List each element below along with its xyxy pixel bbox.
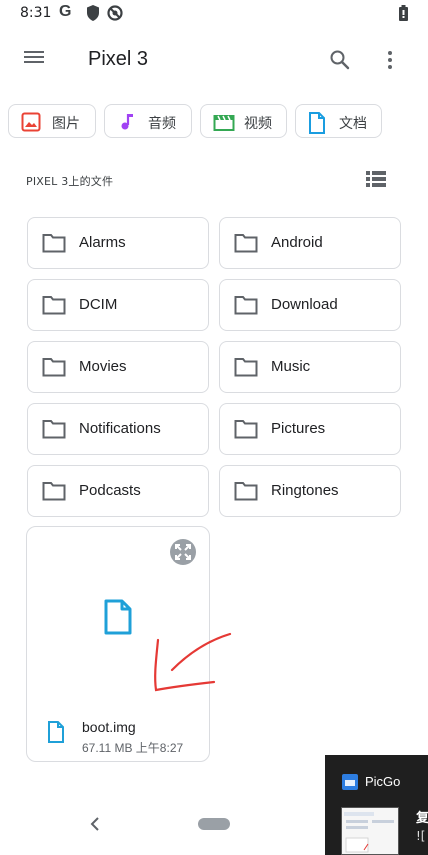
folder-label: Music bbox=[271, 358, 311, 375]
folder-item[interactable]: Android bbox=[219, 217, 401, 269]
folder-item[interactable]: Alarms bbox=[27, 217, 209, 269]
folder-label: Download bbox=[271, 296, 338, 313]
file-meta: 67.11 MB 上午8:27 bbox=[82, 741, 184, 755]
folder-item[interactable]: Pictures bbox=[219, 403, 401, 455]
folder-label: Podcasts bbox=[79, 482, 141, 499]
chip-images[interactable]: 图片 bbox=[8, 104, 96, 138]
folder-item[interactable]: Movies bbox=[27, 341, 209, 393]
shield-icon bbox=[86, 5, 100, 25]
folder-item[interactable]: DCIM bbox=[27, 279, 209, 331]
folder-label: Alarms bbox=[79, 234, 126, 251]
folder-label: Movies bbox=[79, 358, 127, 375]
folder-label: Ringtones bbox=[271, 482, 339, 499]
chip-videos[interactable]: 视频 bbox=[200, 104, 287, 138]
more-vert-icon[interactable] bbox=[386, 48, 394, 76]
file-icon bbox=[47, 721, 65, 747]
chip-audio[interactable]: 音频 bbox=[104, 104, 192, 138]
folder-item[interactable]: Music bbox=[219, 341, 401, 393]
music-note-icon bbox=[117, 112, 137, 136]
notification-title: 复 bbox=[416, 811, 428, 826]
search-icon[interactable] bbox=[328, 48, 352, 76]
google-icon: G bbox=[59, 3, 72, 20]
folder-icon bbox=[234, 295, 258, 319]
folder-icon bbox=[42, 357, 66, 381]
notification-app-name: PicGo bbox=[365, 774, 401, 789]
file-preview-icon bbox=[103, 599, 133, 639]
folder-icon bbox=[42, 419, 66, 443]
folder-label: Android bbox=[271, 234, 323, 251]
folder-item[interactable]: Ringtones bbox=[219, 465, 401, 517]
expand-icon[interactable] bbox=[170, 539, 196, 565]
folder-icon bbox=[42, 233, 66, 257]
chip-label: 音频 bbox=[148, 116, 176, 132]
folder-item[interactable]: Download bbox=[219, 279, 401, 331]
sync-off-icon bbox=[107, 5, 123, 25]
menu-icon[interactable] bbox=[24, 48, 54, 74]
image-icon bbox=[21, 112, 41, 136]
folder-label: DCIM bbox=[79, 296, 118, 313]
chip-documents[interactable]: 文档 bbox=[295, 104, 382, 138]
folder-label: Pictures bbox=[271, 420, 326, 437]
file-name: boot.img bbox=[82, 719, 136, 735]
folder-icon bbox=[234, 481, 258, 505]
notification-thumbnail bbox=[341, 807, 399, 855]
home-pill[interactable] bbox=[198, 818, 230, 830]
folder-icon bbox=[234, 357, 258, 381]
chip-label: 文档 bbox=[339, 116, 367, 132]
folder-icon bbox=[234, 233, 258, 257]
document-icon bbox=[308, 112, 326, 138]
section-title: PIXEL 3上的文件 bbox=[26, 175, 114, 188]
file-card[interactable]: boot.img 67.11 MB 上午8:27 bbox=[26, 526, 210, 762]
list-view-icon[interactable] bbox=[366, 170, 386, 192]
movie-icon bbox=[213, 112, 235, 136]
folder-item[interactable]: Podcasts bbox=[27, 465, 209, 517]
battery-icon bbox=[399, 5, 408, 25]
folder-label: Notifications bbox=[79, 420, 161, 437]
notification-body: ![ bbox=[416, 829, 426, 843]
status-bar: 8:31 G bbox=[0, 0, 428, 28]
back-icon[interactable] bbox=[88, 814, 102, 838]
folder-item[interactable]: Notifications bbox=[27, 403, 209, 455]
chip-label: 视频 bbox=[244, 116, 272, 132]
folder-icon bbox=[42, 481, 66, 505]
picgo-icon bbox=[342, 774, 358, 790]
status-time: 8:31 bbox=[20, 5, 52, 21]
page-title: Pixel 3 bbox=[88, 48, 149, 70]
app-bar: Pixel 3 bbox=[0, 28, 428, 92]
picgo-notification[interactable]: PicGo 复 ![ bbox=[325, 755, 428, 855]
chip-label: 图片 bbox=[52, 116, 80, 132]
folder-icon bbox=[42, 295, 66, 319]
folder-icon bbox=[234, 419, 258, 443]
